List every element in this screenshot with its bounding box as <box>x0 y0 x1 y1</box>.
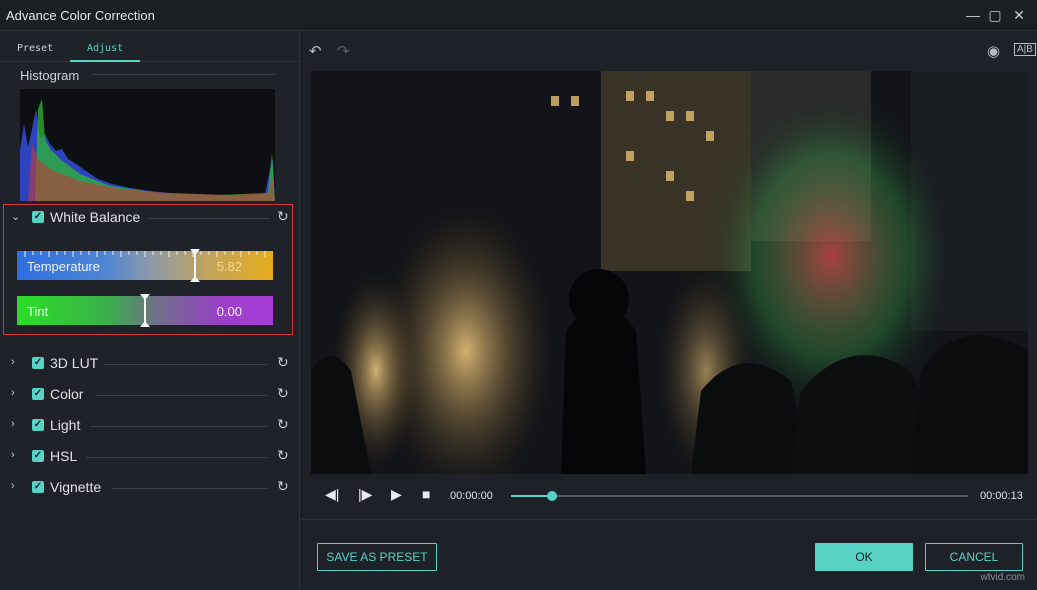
tint-value[interactable]: 0.00 <box>217 304 242 319</box>
current-time: 00:00:00 <box>450 490 493 502</box>
play-frame-icon[interactable]: |▶ <box>358 486 372 503</box>
white-balance-checkbox[interactable]: ✓ <box>32 211 44 223</box>
chevron-right-icon[interactable]: › <box>11 356 15 368</box>
chevron-right-icon[interactable]: › <box>11 480 15 492</box>
playback-progress[interactable] <box>511 495 968 497</box>
divider <box>90 426 267 427</box>
close-icon[interactable]: ✕ <box>1010 6 1028 24</box>
section-hsl[interactable]: › ✓ HSL ↻ <box>0 446 300 468</box>
step-back-icon[interactable]: ◀| <box>325 486 339 503</box>
preview-panel: ↶ ↷ ◉ A|B ◀| |▶ ▶ <box>301 31 1037 590</box>
minimize-icon[interactable]: — <box>964 6 982 24</box>
compare-ab-icon[interactable]: A|B <box>1014 43 1036 56</box>
section-label: HSL <box>50 448 77 464</box>
title-bar: Advance Color Correction — ▢ ✕ <box>0 0 1037 31</box>
divider <box>86 457 267 458</box>
temperature-slider[interactable]: Temperature 5.82 <box>17 251 273 280</box>
temperature-label: Temperature <box>27 259 100 274</box>
tab-adjust[interactable]: Adjust <box>87 43 123 54</box>
divider <box>95 395 267 396</box>
reset-icon[interactable]: ↻ <box>277 208 289 225</box>
reset-icon[interactable]: ↻ <box>277 416 289 433</box>
section-light[interactable]: › ✓ Light ↻ <box>0 415 300 437</box>
chevron-right-icon[interactable]: › <box>11 449 15 461</box>
section-white-balance[interactable]: ⌄ ✓ White Balance ↻ <box>0 207 300 229</box>
maximize-icon[interactable]: ▢ <box>986 6 1004 24</box>
temperature-slider-handle[interactable] <box>194 249 196 282</box>
tint-label: Tint <box>27 304 48 319</box>
play-icon[interactable]: ▶ <box>391 486 402 503</box>
video-preview[interactable] <box>311 71 1028 474</box>
section-color[interactable]: › ✓ Color ↻ <box>0 384 300 406</box>
histogram-chart <box>20 89 275 201</box>
section-label: Light <box>50 417 80 433</box>
section-label: 3D LUT <box>50 355 98 371</box>
section-3d-lut[interactable]: › ✓ 3D LUT ↻ <box>0 353 300 375</box>
progress-handle[interactable] <box>547 491 557 501</box>
chevron-right-icon[interactable]: › <box>11 418 15 430</box>
tab-bar: Preset Adjust <box>0 31 300 62</box>
adjust-panel: Preset Adjust Histogram ⌄ ✓ White Balanc… <box>0 31 300 590</box>
divider <box>92 74 275 75</box>
tint-slider[interactable]: Tint 0.00 <box>17 296 273 325</box>
temperature-value[interactable]: 5.82 <box>217 259 242 274</box>
tint-slider-handle[interactable] <box>144 294 146 327</box>
watermark: wtvid.com <box>981 572 1025 583</box>
reset-icon[interactable]: ↻ <box>277 447 289 464</box>
section-label: Color <box>50 386 83 402</box>
chevron-right-icon[interactable]: › <box>11 387 15 399</box>
undo-icon[interactable]: ↶ <box>309 42 322 60</box>
divider <box>301 519 1037 520</box>
window-title: Advance Color Correction <box>6 8 155 23</box>
histogram-label: Histogram <box>20 68 79 83</box>
section-label: Vignette <box>50 479 101 495</box>
light-checkbox[interactable]: ✓ <box>32 419 44 431</box>
active-tab-indicator <box>70 60 140 62</box>
tab-preset[interactable]: Preset <box>17 43 53 54</box>
section-label: White Balance <box>50 209 140 225</box>
divider <box>112 488 267 489</box>
ok-button[interactable]: OK <box>815 543 913 571</box>
redo-icon[interactable]: ↷ <box>337 42 350 60</box>
reset-icon[interactable]: ↻ <box>277 478 289 495</box>
vignette-checkbox[interactable]: ✓ <box>32 481 44 493</box>
save-as-preset-button[interactable]: SAVE AS PRESET <box>317 543 437 571</box>
chevron-down-icon[interactable]: ⌄ <box>11 210 20 223</box>
section-vignette[interactable]: › ✓ Vignette ↻ <box>0 477 300 499</box>
reset-icon[interactable]: ↻ <box>277 385 289 402</box>
hsl-checkbox[interactable]: ✓ <box>32 450 44 462</box>
color-checkbox[interactable]: ✓ <box>32 388 44 400</box>
divider <box>147 218 270 219</box>
eye-icon[interactable]: ◉ <box>987 42 1000 60</box>
reset-icon[interactable]: ↻ <box>277 354 289 371</box>
stop-icon[interactable]: ■ <box>422 486 430 502</box>
3d-lut-checkbox[interactable]: ✓ <box>32 357 44 369</box>
progress-fill <box>511 495 552 497</box>
duration: 00:00:13 <box>980 490 1023 502</box>
slider-ticks <box>17 251 273 259</box>
divider <box>104 364 267 365</box>
cancel-button[interactable]: CANCEL <box>925 543 1023 571</box>
